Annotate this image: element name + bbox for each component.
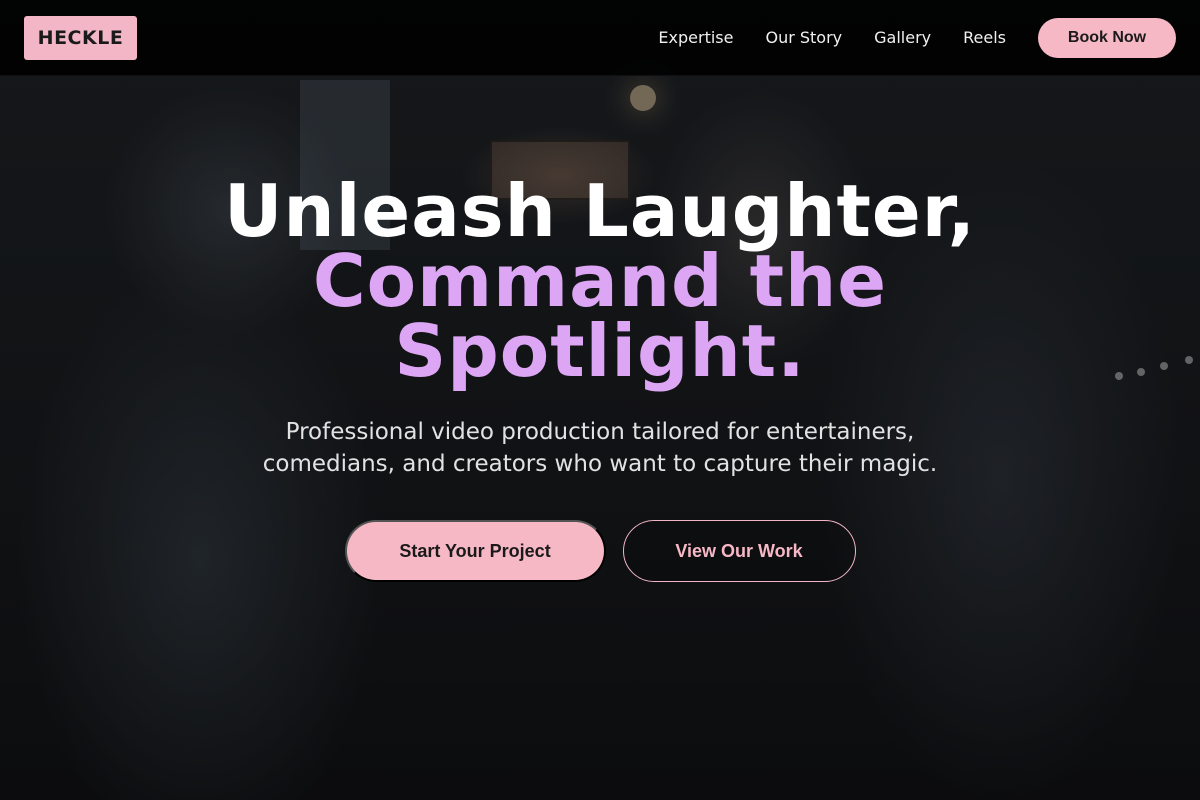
hero-cta-row: Start Your Project View Our Work bbox=[344, 520, 856, 582]
book-now-button[interactable]: Book Now bbox=[1038, 17, 1176, 58]
nav-link-gallery[interactable]: Gallery bbox=[874, 28, 931, 47]
top-navigation-bar: HECKLE Expertise Our Story Gallery Reels… bbox=[0, 0, 1200, 76]
nav-link-our-story[interactable]: Our Story bbox=[765, 28, 842, 47]
hero-section: Unleash Laughter, Command the Spotlight.… bbox=[0, 169, 1200, 582]
nav-link-reels[interactable]: Reels bbox=[963, 28, 1006, 47]
headline-line-1: Unleash Laughter, bbox=[223, 169, 977, 253]
hero-subtitle: Professional video production tailored f… bbox=[262, 419, 938, 477]
start-project-button[interactable]: Start Your Project bbox=[344, 520, 606, 582]
headline-line-2: Command the Spotlight. bbox=[312, 239, 888, 393]
nav-link-expertise[interactable]: Expertise bbox=[658, 28, 733, 47]
hero-headline: Unleash Laughter, Command the Spotlight. bbox=[223, 169, 977, 393]
brand-logo[interactable]: HECKLE bbox=[24, 15, 137, 60]
main-nav: Expertise Our Story Gallery Reels Book N… bbox=[658, 17, 1176, 58]
view-work-button[interactable]: View Our Work bbox=[622, 520, 856, 582]
